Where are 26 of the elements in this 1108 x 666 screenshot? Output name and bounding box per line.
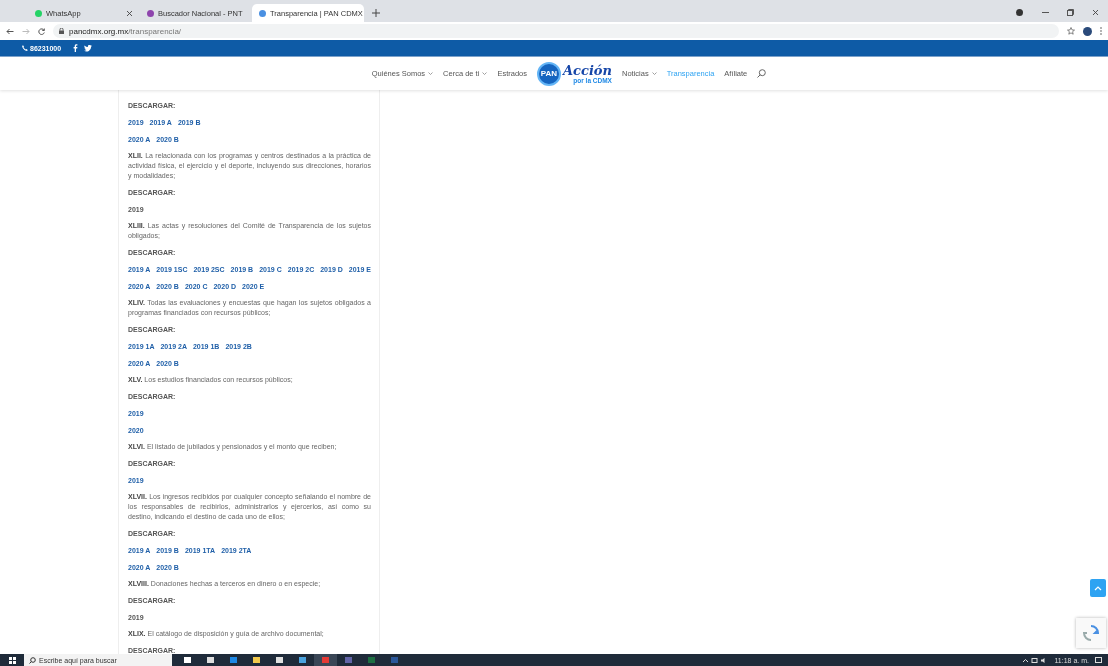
new-tab-icon[interactable] [372, 9, 380, 17]
address-bar[interactable]: pancdmx.org.mx/transparencia/ [53, 24, 1059, 38]
star-icon[interactable] [1067, 27, 1075, 35]
close-icon[interactable] [1092, 9, 1099, 16]
search-icon [29, 656, 36, 664]
twitter-icon[interactable] [84, 44, 93, 52]
record-icon[interactable] [1016, 9, 1023, 16]
logo-badge[interactable]: PAN [537, 61, 561, 86]
logo-script[interactable]: Acción [563, 63, 612, 77]
close-icon[interactable] [126, 9, 133, 17]
restore-icon[interactable] [1067, 9, 1074, 16]
facebook-icon[interactable] [73, 44, 79, 52]
favicon-icon [147, 9, 154, 17]
minimize-icon[interactable] [1042, 9, 1049, 16]
reload-icon[interactable] [38, 27, 45, 35]
phone-icon [22, 45, 28, 51]
notification-icon[interactable] [1095, 657, 1102, 663]
recaptcha-badge [1076, 618, 1106, 648]
back-arrow-icon[interactable] [6, 27, 14, 35]
favicon-icon [259, 9, 266, 17]
search-icon[interactable] [757, 69, 767, 78]
url-text: pancdmx.org.mx/transparencia/ [69, 26, 182, 36]
lock-icon [59, 28, 64, 34]
chevron-up-icon [1094, 585, 1102, 591]
favicon-icon [35, 9, 42, 17]
avatar-icon[interactable] [1083, 26, 1092, 36]
